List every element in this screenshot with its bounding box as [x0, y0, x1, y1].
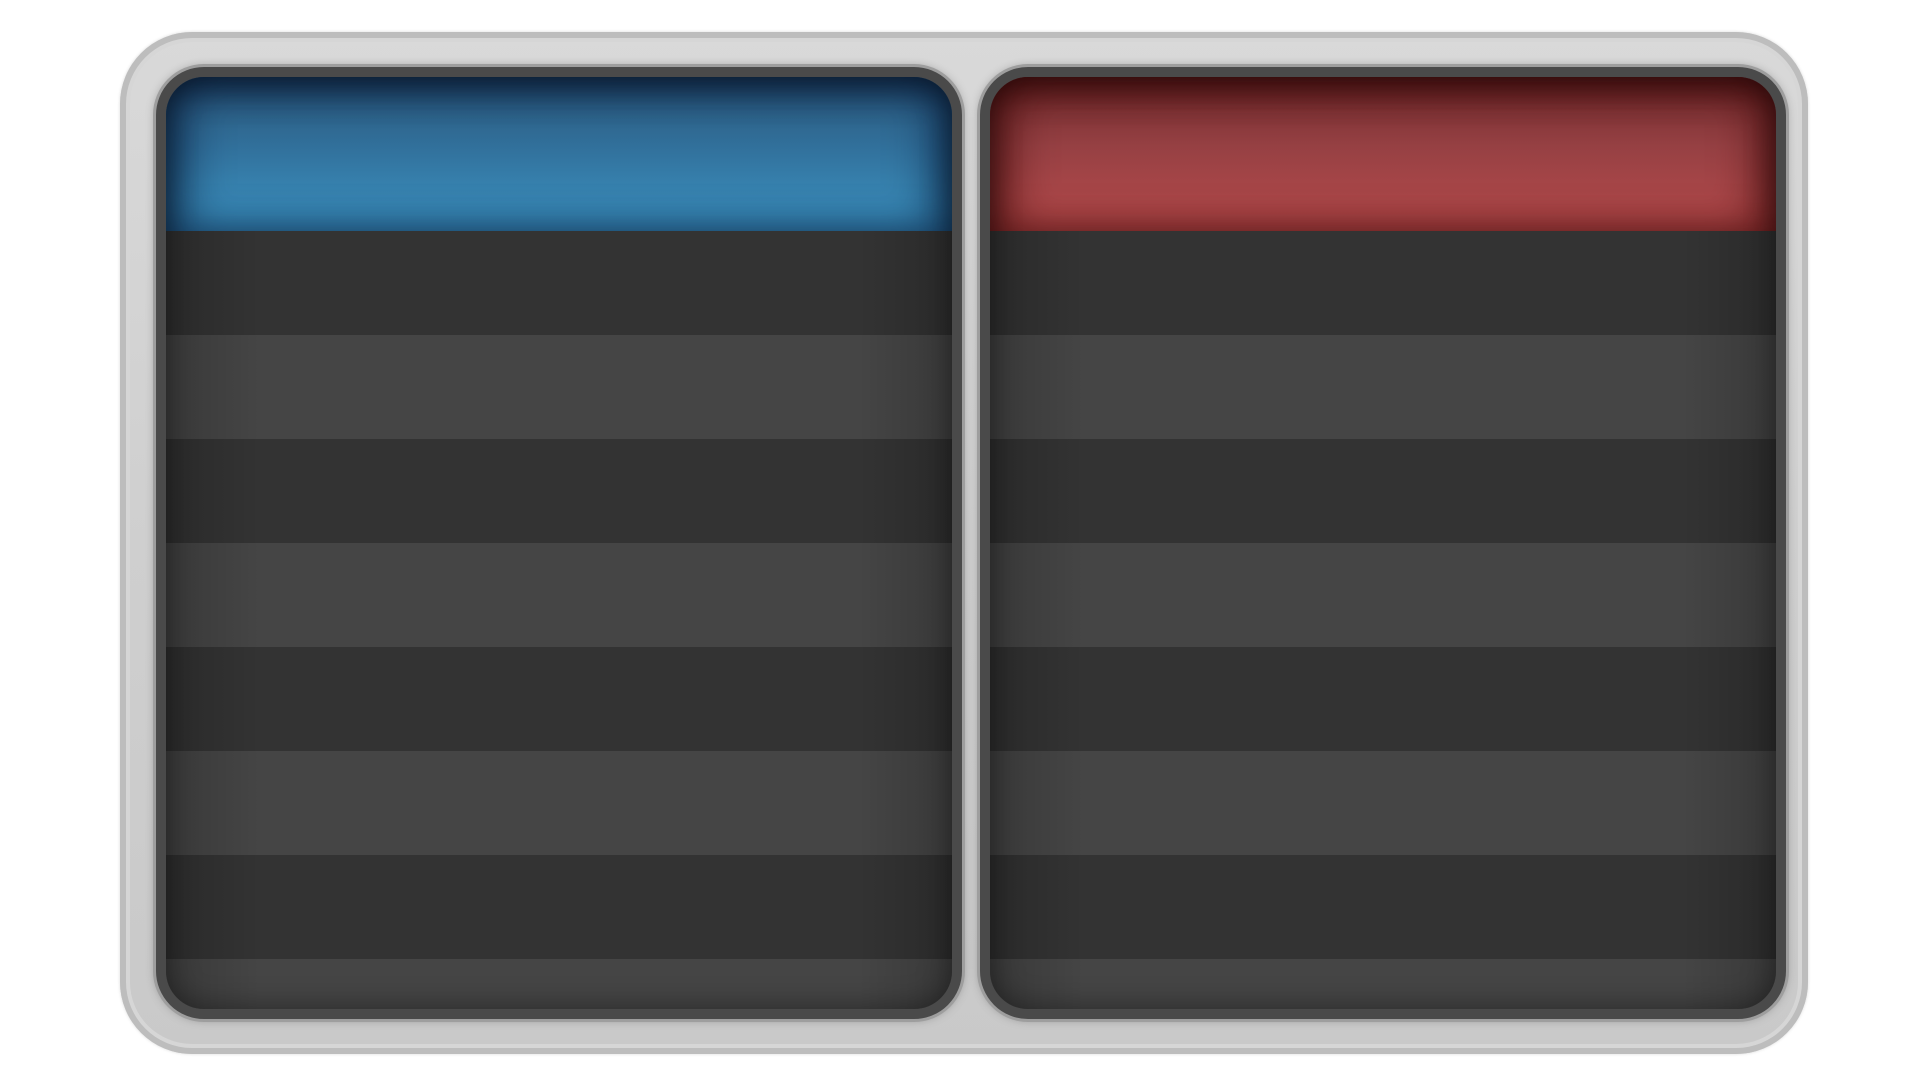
list-item[interactable]	[166, 335, 952, 439]
list-item[interactable]	[166, 855, 952, 959]
list-item[interactable]	[166, 647, 952, 751]
list-item[interactable]	[990, 647, 1776, 751]
list-item[interactable]	[166, 231, 952, 335]
list-item[interactable]	[166, 439, 952, 543]
list-item[interactable]	[166, 959, 952, 1009]
left-panel	[156, 67, 962, 1019]
list-item[interactable]	[990, 855, 1776, 959]
right-panel-list	[990, 231, 1776, 1009]
list-item[interactable]	[166, 751, 952, 855]
comparison-frame	[120, 32, 1808, 1054]
list-item[interactable]	[990, 439, 1776, 543]
list-item[interactable]	[990, 335, 1776, 439]
list-item[interactable]	[990, 751, 1776, 855]
left-panel-list	[166, 231, 952, 1009]
right-panel-header	[990, 77, 1776, 231]
right-panel	[980, 67, 1786, 1019]
list-item[interactable]	[990, 543, 1776, 647]
list-item[interactable]	[166, 543, 952, 647]
list-item[interactable]	[990, 959, 1776, 1009]
list-item[interactable]	[990, 231, 1776, 335]
left-panel-header	[166, 77, 952, 231]
